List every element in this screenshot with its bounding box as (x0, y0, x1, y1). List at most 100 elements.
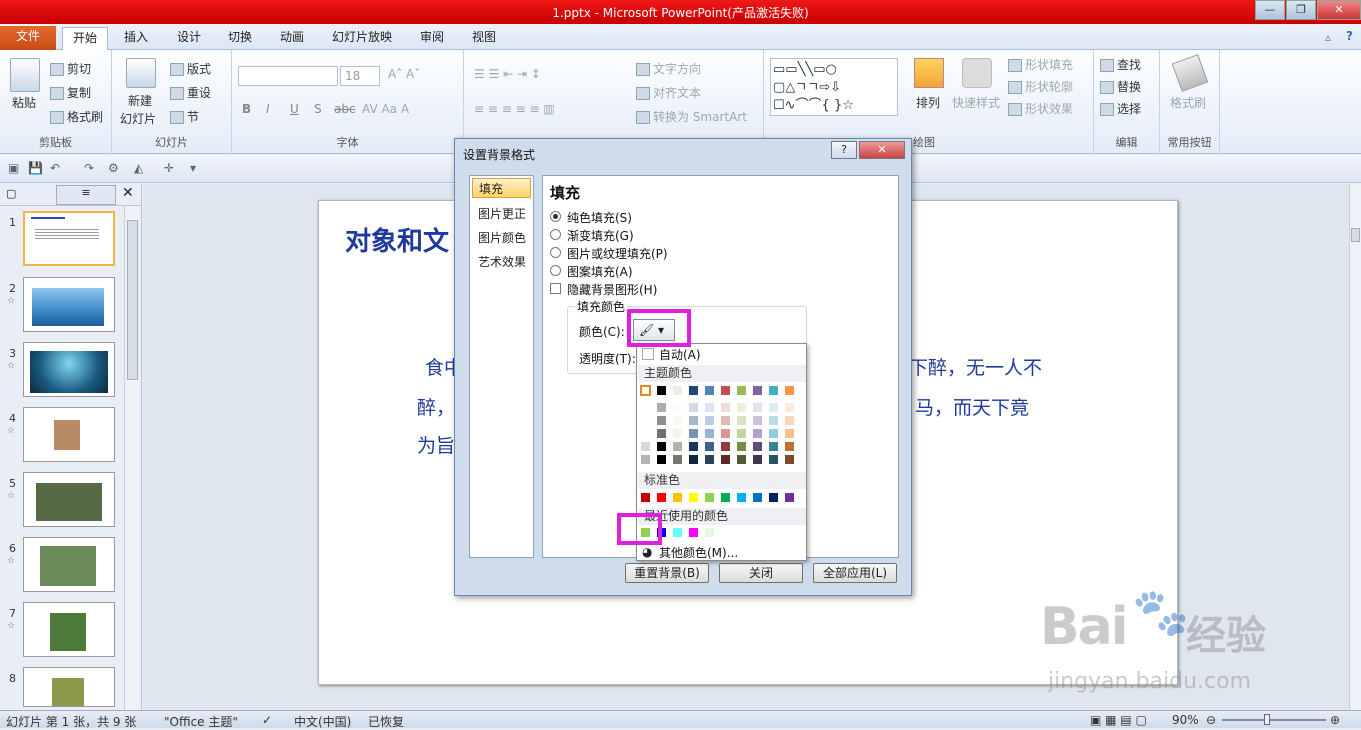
standard-color-swatch[interactable] (688, 492, 699, 503)
theme-color-swatch[interactable] (784, 415, 795, 426)
tab-view[interactable]: 视图 (462, 27, 506, 50)
theme-color-swatch[interactable] (688, 441, 699, 452)
format-painter-large-button[interactable]: 格式刷 (1170, 94, 1206, 111)
theme-color-swatch[interactable] (784, 428, 795, 439)
theme-color-swatch[interactable] (768, 415, 779, 426)
auto-swatch[interactable] (642, 348, 654, 360)
nav-picture-corrections[interactable]: 图片更正 (472, 204, 531, 224)
theme-color-swatch[interactable] (720, 428, 731, 439)
close-window-button[interactable]: ✕ (1317, 0, 1361, 20)
recent-color-swatch[interactable] (704, 527, 715, 538)
theme-color-swatch[interactable] (736, 385, 747, 396)
new-slide-icon[interactable] (126, 58, 156, 88)
picture-fill-label[interactable]: 图片或纹理填充(P) (567, 245, 668, 262)
slides-scrollbar[interactable] (124, 206, 140, 710)
theme-color-swatch[interactable] (768, 428, 779, 439)
standard-color-swatch[interactable] (768, 492, 779, 503)
cut-button[interactable]: 剪切 (50, 60, 91, 77)
shape-fill-button[interactable]: 形状填充 (1008, 56, 1073, 73)
theme-color-swatch[interactable] (704, 428, 715, 439)
font-size-select[interactable]: 18 (340, 66, 380, 86)
zoom-slider[interactable] (1222, 714, 1326, 725)
theme-color-swatch[interactable] (672, 454, 683, 465)
apply-all-button[interactable]: 全部应用(L) (813, 563, 897, 583)
solid-fill-label[interactable]: 纯色填充(S) (567, 209, 632, 226)
theme-color-swatch[interactable] (656, 454, 667, 465)
theme-color-swatch[interactable] (640, 454, 651, 465)
theme-color-swatch[interactable] (672, 402, 683, 413)
theme-color-swatch[interactable] (672, 385, 683, 396)
theme-color-swatch[interactable] (688, 385, 699, 396)
slide-thumbnail[interactable] (23, 602, 115, 657)
arrange-icon[interactable] (914, 58, 944, 88)
theme-color-swatch[interactable] (752, 428, 763, 439)
format-painter-button[interactable]: 格式刷 (50, 108, 103, 125)
theme-color-swatch[interactable] (768, 385, 779, 396)
theme-color-swatch[interactable] (736, 428, 747, 439)
theme-color-swatch[interactable] (656, 385, 667, 396)
theme-color-swatch[interactable] (656, 415, 667, 426)
recent-color-swatch[interactable] (688, 527, 699, 538)
undo-icon[interactable]: ↶ (50, 161, 60, 175)
canvas-scrollbar[interactable] (1349, 184, 1361, 710)
shape-effects-button[interactable]: 形状效果 (1008, 100, 1073, 117)
theme-color-swatch[interactable] (752, 385, 763, 396)
grow-font-icon[interactable]: A˄ A˅ (388, 67, 420, 81)
dialog-help-button[interactable]: ? (831, 141, 857, 159)
bold-button[interactable]: B (242, 102, 251, 116)
pattern-fill-radio[interactable] (550, 265, 561, 276)
gradient-fill-label[interactable]: 渐变填充(G) (567, 227, 634, 244)
pattern-fill-label[interactable]: 图案填充(A) (567, 263, 633, 280)
theme-color-swatch[interactable] (736, 402, 747, 413)
standard-color-swatch[interactable] (672, 492, 683, 503)
hide-background-checkbox[interactable] (550, 283, 561, 294)
theme-color-swatch[interactable] (672, 415, 683, 426)
arrange-button[interactable]: 排列 (916, 94, 940, 111)
standard-color-swatch[interactable] (784, 492, 795, 503)
paste-button[interactable]: 粘贴 (12, 94, 36, 111)
slide-thumbnail[interactable] (23, 211, 115, 266)
theme-color-swatch[interactable] (672, 428, 683, 439)
standard-color-swatch[interactable] (704, 492, 715, 503)
new-slide-label-1[interactable]: 新建 (128, 92, 152, 109)
slide-thumbnail[interactable] (23, 667, 115, 707)
close-dialog-button[interactable]: 关闭 (719, 563, 803, 583)
theme-color-swatch[interactable] (704, 385, 715, 396)
tab-transitions[interactable]: 切换 (218, 27, 262, 50)
quick-styles-button[interactable]: 快速样式 (952, 94, 1000, 111)
close-panel-icon[interactable]: ✕ (122, 185, 134, 201)
standard-color-swatch[interactable] (720, 492, 731, 503)
more-colors-option[interactable]: 其他颜色(M)... (659, 544, 738, 561)
tab-slideshow[interactable]: 幻灯片放映 (322, 27, 402, 50)
zoom-in-icon[interactable]: ⊕ (1330, 713, 1340, 727)
zoom-out-icon[interactable]: ⊖ (1206, 713, 1216, 727)
redo-icon[interactable]: ↷ (84, 161, 94, 175)
theme-color-swatch[interactable] (736, 415, 747, 426)
outline-tab-icon[interactable]: ≡ (56, 185, 116, 205)
quick-styles-icon[interactable] (962, 58, 992, 88)
theme-color-swatch[interactable] (640, 415, 651, 426)
theme-color-swatch[interactable] (720, 402, 731, 413)
picture-fill-radio[interactable] (550, 247, 561, 258)
theme-color-swatch[interactable] (752, 454, 763, 465)
slide-thumbnail[interactable] (23, 342, 115, 397)
theme-color-swatch[interactable] (784, 385, 795, 396)
tab-animations[interactable]: 动画 (270, 27, 314, 50)
slide-thumbnail[interactable] (23, 472, 115, 527)
theme-color-swatch[interactable] (752, 402, 763, 413)
theme-color-swatch[interactable] (640, 385, 651, 396)
shadow-button[interactable]: S (314, 102, 322, 116)
slides-tab-icon[interactable]: ▢ (6, 187, 16, 200)
slide-title[interactable]: 对象和文 (345, 221, 449, 258)
theme-color-swatch[interactable] (656, 441, 667, 452)
text-direction-button[interactable]: 文字方向 (636, 60, 701, 77)
view-buttons-icon[interactable]: ▣ ▦ ▤ ▢ (1090, 713, 1147, 727)
slide-text-line2-left[interactable]: 醉， (417, 393, 455, 420)
theme-color-swatch[interactable] (704, 441, 715, 452)
theme-color-swatch[interactable] (784, 441, 795, 452)
nav-picture-color[interactable]: 图片颜色 (472, 228, 531, 248)
theme-color-swatch[interactable] (688, 428, 699, 439)
slide-text-line1-right[interactable]: 下醉，无一人不 (909, 353, 1042, 380)
disk-icon[interactable]: 💾 (28, 161, 43, 175)
save-icon[interactable]: ▣ (8, 161, 19, 175)
